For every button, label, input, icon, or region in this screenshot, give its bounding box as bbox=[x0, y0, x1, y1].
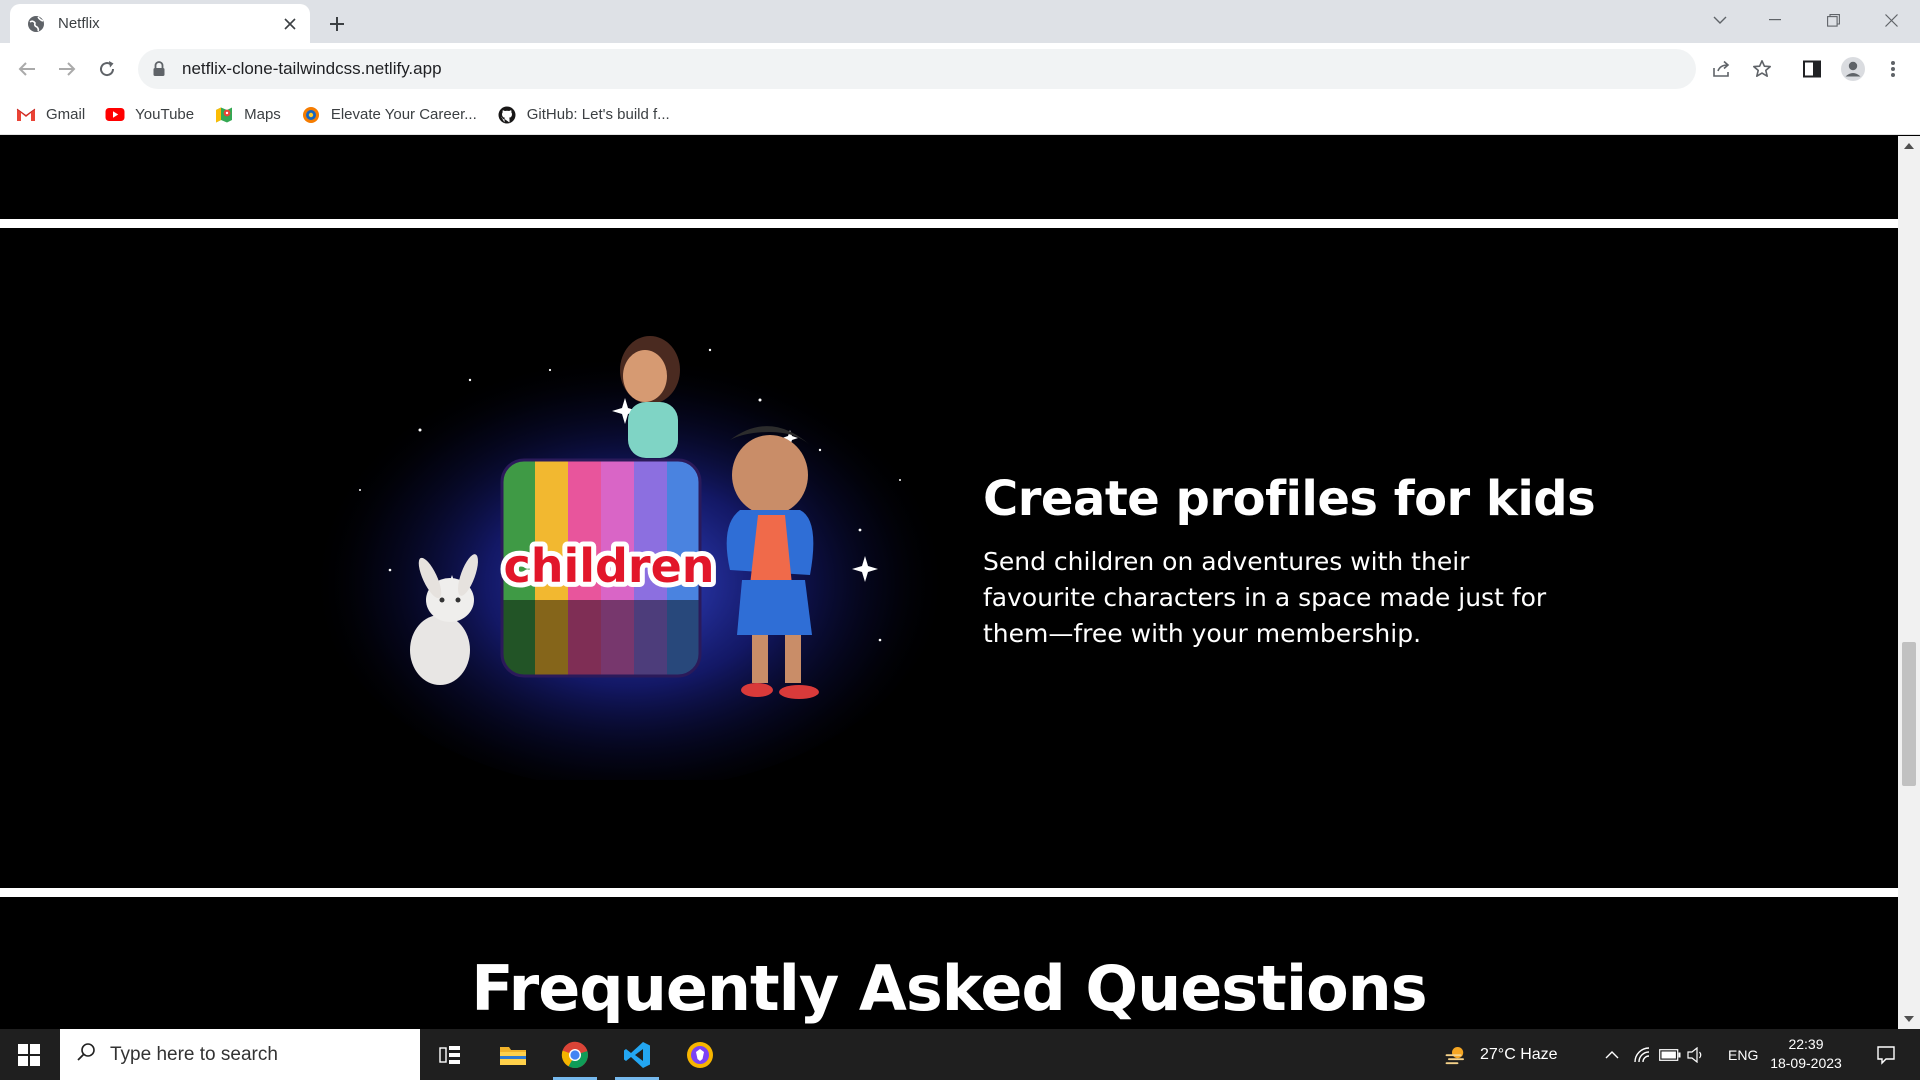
bookmark-star-icon[interactable] bbox=[1745, 49, 1779, 89]
volume-icon[interactable] bbox=[1684, 1043, 1708, 1067]
page-scrollbar[interactable] bbox=[1898, 136, 1920, 1029]
bookmark-label: GitHub: Let's build f... bbox=[526, 106, 670, 123]
bookmarks-bar: Gmail YouTube Maps Elevate Your Career..… bbox=[0, 95, 1920, 135]
reload-button[interactable] bbox=[91, 53, 123, 85]
url-text: netflix-clone-tailwindcss.netlify.app bbox=[182, 59, 442, 78]
task-view-icon[interactable] bbox=[420, 1029, 480, 1080]
notification-center-icon[interactable] bbox=[1860, 1029, 1912, 1080]
file-explorer-icon[interactable] bbox=[483, 1029, 543, 1080]
taskbar-search-box[interactable]: Type here to search bbox=[60, 1029, 420, 1080]
bookmark-label: Maps bbox=[244, 106, 281, 123]
system-tray: ENG bbox=[1600, 1029, 1758, 1080]
restore-button[interactable] bbox=[1810, 0, 1856, 40]
browser-tab[interactable]: Netflix bbox=[10, 4, 310, 43]
battery-icon[interactable] bbox=[1658, 1043, 1682, 1067]
windows-taskbar: Type here to search 27°C Haze ENG 22:39 … bbox=[0, 1029, 1920, 1080]
scrollbar-thumb[interactable] bbox=[1902, 642, 1916, 786]
language-indicator[interactable]: ENG bbox=[1728, 1047, 1758, 1063]
bookmark-maps[interactable]: Maps bbox=[214, 106, 281, 124]
kids-section-title: Create profiles for kids bbox=[983, 471, 1596, 527]
network-icon[interactable] bbox=[1630, 1043, 1654, 1067]
bookmark-gmail[interactable]: Gmail bbox=[16, 106, 85, 124]
close-window-button[interactable] bbox=[1868, 0, 1914, 40]
show-hidden-icons-chevron-icon[interactable] bbox=[1600, 1043, 1624, 1067]
section-divider bbox=[0, 219, 1898, 228]
back-button[interactable] bbox=[11, 53, 43, 85]
vscode-taskbar-icon[interactable] bbox=[607, 1029, 667, 1080]
new-tab-button[interactable] bbox=[322, 9, 352, 39]
kids-section-description: Send children on adventures with their f… bbox=[983, 547, 1547, 648]
bookmark-github[interactable]: GitHub: Let's build f... bbox=[497, 106, 670, 124]
search-icon bbox=[76, 1042, 96, 1067]
profile-avatar-icon[interactable] bbox=[1836, 49, 1870, 89]
children-logo-text: children bbox=[503, 539, 714, 593]
tab-search-chevron-icon[interactable] bbox=[1697, 0, 1743, 40]
browser-toolbar: netflix-clone-tailwindcss.netlify.app bbox=[0, 43, 1920, 95]
weather-text: 27°C Haze bbox=[1480, 1045, 1558, 1063]
bookmark-label: Elevate Your Career... bbox=[330, 106, 477, 123]
bookmark-label: Gmail bbox=[46, 106, 86, 123]
kids-profile-illustration: children children bbox=[310, 330, 950, 780]
menu-kebab-icon[interactable] bbox=[1876, 49, 1910, 89]
share-icon[interactable] bbox=[1705, 49, 1739, 89]
minimize-button[interactable] bbox=[1752, 0, 1798, 40]
weather-widget[interactable]: 27°C Haze bbox=[1444, 1029, 1558, 1080]
bookmark-youtube[interactable]: YouTube bbox=[105, 106, 194, 124]
taskbar-clock[interactable]: 22:39 18-09-2023 bbox=[1760, 1035, 1852, 1073]
maps-icon bbox=[214, 106, 234, 124]
faq-heading: Frequently Asked Questions bbox=[471, 952, 1427, 1025]
windows-start-button[interactable] bbox=[0, 1029, 58, 1080]
side-panel-icon[interactable] bbox=[1795, 49, 1829, 89]
forward-button[interactable] bbox=[51, 53, 83, 85]
bookmark-label: YouTube bbox=[135, 106, 195, 123]
youtube-icon bbox=[105, 106, 125, 124]
bookmark-elevate[interactable]: Elevate Your Career... bbox=[301, 106, 477, 124]
scroll-up-arrow-icon[interactable] bbox=[1903, 140, 1915, 152]
elevate-icon bbox=[301, 106, 321, 124]
gmail-icon bbox=[16, 106, 36, 124]
globe-icon bbox=[26, 14, 46, 34]
search-placeholder: Type here to search bbox=[110, 1043, 278, 1065]
brave-browser-icon[interactable] bbox=[670, 1029, 730, 1080]
chrome-taskbar-icon[interactable] bbox=[545, 1029, 605, 1080]
github-icon bbox=[497, 106, 517, 124]
section-divider bbox=[0, 888, 1898, 897]
browser-tab-strip: Netflix bbox=[0, 0, 1920, 43]
lock-icon[interactable] bbox=[152, 61, 168, 77]
clock-date: 18-09-2023 bbox=[1770, 1055, 1842, 1071]
tab-title: Netflix bbox=[58, 15, 100, 32]
haze-sun-icon bbox=[1444, 1043, 1468, 1067]
tab-close-icon[interactable] bbox=[280, 14, 300, 34]
clock-time: 22:39 bbox=[1788, 1036, 1824, 1052]
address-bar[interactable]: netflix-clone-tailwindcss.netlify.app bbox=[138, 49, 1696, 89]
scroll-down-arrow-icon[interactable] bbox=[1903, 1013, 1915, 1025]
page-content: children children Create profiles for ki… bbox=[0, 136, 1898, 1029]
